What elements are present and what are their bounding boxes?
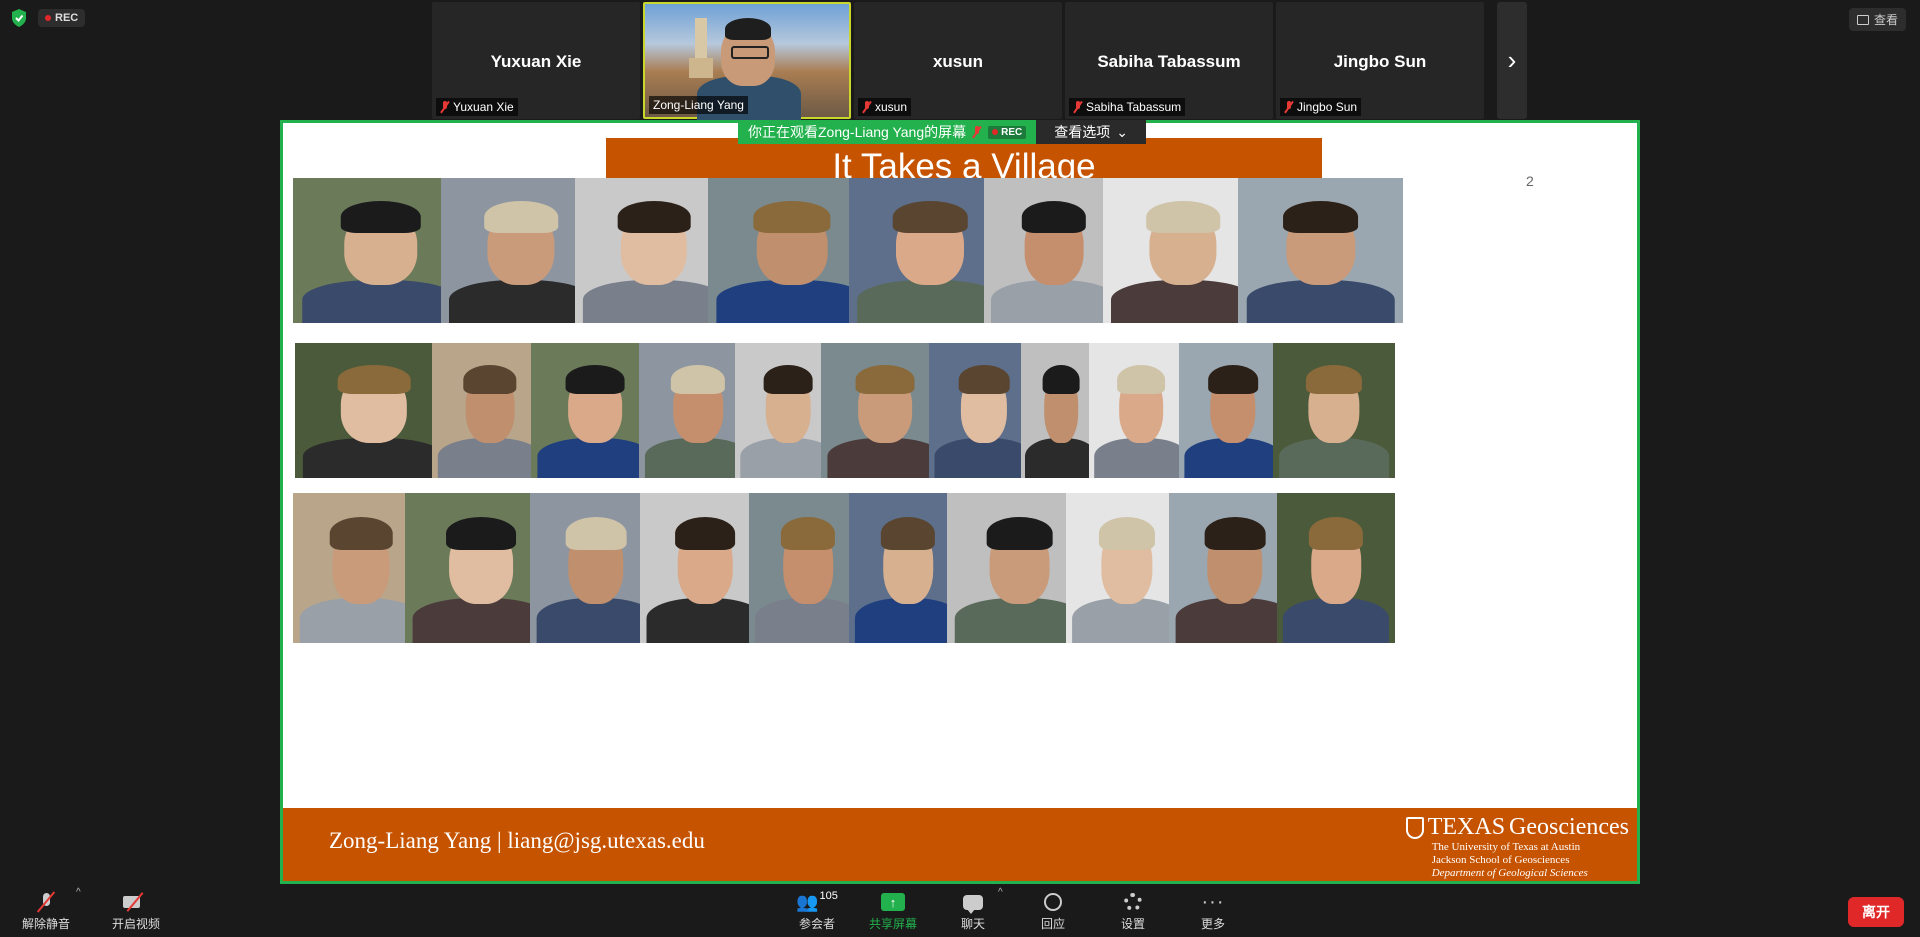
participant-label: Sabiha Tabassum bbox=[1069, 98, 1186, 116]
view-options-button[interactable]: 查看选项 ⌄ bbox=[1036, 120, 1146, 144]
participant-tile-video[interactable]: Zong-Liang Yang bbox=[643, 2, 851, 121]
record-dot-icon bbox=[992, 129, 999, 135]
brand-department: Department of Geological Sciences bbox=[1431, 867, 1588, 879]
chat-icon bbox=[963, 894, 983, 914]
footer-separator: | bbox=[497, 828, 502, 853]
participant-display-name: xusun bbox=[932, 52, 984, 71]
speaker-face bbox=[721, 18, 775, 86]
recording-label: REC bbox=[55, 12, 79, 24]
chevron-right-icon: › bbox=[1507, 45, 1517, 75]
leave-button[interactable]: 离开 bbox=[1848, 897, 1904, 927]
more-label: 更多 bbox=[1200, 917, 1225, 931]
share-screen-icon: ↑ bbox=[881, 893, 905, 911]
chat-options-caret-icon[interactable]: ^ bbox=[998, 887, 1003, 898]
participant-label: xusun bbox=[858, 98, 912, 116]
audio-options-caret-icon[interactable]: ^ bbox=[76, 887, 81, 898]
participants-icon: 👥 bbox=[796, 891, 819, 912]
view-options-label: 查看选项 bbox=[1054, 124, 1111, 140]
brand-texas: TEXAS bbox=[1427, 814, 1506, 840]
texas-geosciences-logo: TEXAS Geosciences The University of Texa… bbox=[1405, 814, 1629, 880]
participant-label: Jingbo Sun bbox=[1280, 98, 1362, 116]
participants-button[interactable]: 👥 105 参会者 bbox=[792, 890, 842, 932]
footer-name: Zong-Liang Yang bbox=[329, 828, 492, 853]
mic-muted-icon bbox=[1284, 101, 1294, 113]
reactions-label: 回应 bbox=[1040, 917, 1065, 931]
more-dots-icon: ··· bbox=[1201, 890, 1225, 913]
participant-name: Zong-Liang Yang bbox=[653, 98, 744, 112]
reactions-button[interactable]: 回应 bbox=[1038, 891, 1068, 932]
view-button[interactable]: 查看 bbox=[1848, 8, 1906, 31]
share-rec-label: REC bbox=[1001, 126, 1023, 138]
participant-label: Zong-Liang Yang bbox=[649, 96, 748, 114]
ut-seal-icon bbox=[1405, 816, 1424, 839]
settings-label: 设置 bbox=[1120, 917, 1145, 931]
view-label: 查看 bbox=[1873, 13, 1898, 27]
brand-university: The University of Texas at Austin bbox=[1431, 841, 1581, 853]
slide-page-number: 2 bbox=[1526, 173, 1534, 189]
team-member-photo bbox=[1089, 343, 1193, 478]
shield-icon[interactable] bbox=[10, 8, 28, 28]
unmute-label: 解除静音 bbox=[21, 917, 70, 931]
share-rec-badge: REC bbox=[988, 125, 1027, 139]
participant-display-name: Sabiha Tabassum bbox=[1097, 52, 1241, 71]
participant-label: Yuxuan Xie bbox=[436, 98, 518, 116]
participant-name: Jingbo Sun bbox=[1297, 100, 1358, 114]
participant-name: Yuxuan Xie bbox=[453, 100, 514, 114]
top-left-status: REC bbox=[10, 8, 86, 28]
brand-geosciences: Geosciences bbox=[1509, 814, 1629, 840]
gear-icon bbox=[1124, 893, 1142, 911]
viewing-share-text: 你正在观看Zong-Liang Yang的屏幕 bbox=[748, 124, 967, 140]
background-tower bbox=[689, 18, 713, 78]
participant-tile[interactable]: Sabiha Tabassum Sabiha Tabassum bbox=[1065, 2, 1273, 119]
team-member-photo bbox=[1238, 178, 1403, 323]
brand-school: Jackson School of Geosciences bbox=[1431, 854, 1570, 866]
team-member-photo bbox=[1277, 493, 1395, 643]
participant-tile[interactable]: Yuxuan Xie Yuxuan Xie bbox=[432, 2, 640, 119]
team-member-photo bbox=[1179, 343, 1287, 478]
start-video-button[interactable]: 开启视频 bbox=[108, 891, 164, 932]
footer-contact: Zong-Liang Yang | liang@jsg.utexas.edu bbox=[329, 828, 705, 854]
participant-display-name: Jingbo Sun bbox=[1333, 52, 1427, 71]
mic-muted-icon bbox=[862, 101, 872, 113]
viewing-share-label: 你正在观看Zong-Liang Yang的屏幕 REC bbox=[738, 120, 1037, 144]
meeting-toolbar: 解除静音 ^ 开启视频 👥 105 参会者 ↑ 共享屏幕 聊天 ^ 回应 设置 … bbox=[0, 885, 1920, 937]
team-member-photo bbox=[295, 343, 453, 478]
reaction-icon bbox=[1044, 893, 1062, 911]
mic-muted-icon bbox=[1073, 101, 1083, 113]
participant-count: 105 bbox=[819, 890, 838, 902]
participant-tile[interactable]: xusun xusun bbox=[854, 2, 1062, 119]
record-dot-icon bbox=[45, 15, 51, 21]
participant-name: xusun bbox=[875, 100, 908, 114]
settings-button[interactable]: 设置 bbox=[1118, 891, 1148, 932]
mic-muted-icon bbox=[440, 101, 450, 113]
footer-email: liang@jsg.utexas.edu bbox=[507, 828, 705, 853]
shared-screen[interactable]: It Takes a Village 2 Zong-Liang Yang | l… bbox=[280, 120, 1640, 884]
start-video-label: 开启视频 bbox=[111, 917, 160, 931]
video-off-icon bbox=[123, 893, 149, 911]
recording-badge[interactable]: REC bbox=[38, 9, 86, 27]
team-member-photo bbox=[1273, 343, 1395, 478]
mic-muted-icon bbox=[972, 126, 982, 138]
chevron-down-icon: ⌄ bbox=[1116, 123, 1128, 140]
share-screen-button[interactable]: ↑ 共享屏幕 bbox=[866, 891, 920, 932]
share-screen-label: 共享屏幕 bbox=[868, 917, 917, 931]
more-button[interactable]: ··· 更多 bbox=[1198, 891, 1228, 932]
slide-footer: Zong-Liang Yang | liang@jsg.utexas.edu T… bbox=[283, 808, 1637, 881]
chat-button[interactable]: 聊天 bbox=[958, 891, 988, 932]
participant-strip: Yuxuan Xie Yuxuan Xie Zong-Liang Yang xu… bbox=[432, 2, 1527, 121]
participant-display-name: Yuxuan Xie bbox=[490, 52, 582, 71]
participant-tile[interactable]: Jingbo Sun Jingbo Sun bbox=[1276, 2, 1484, 119]
share-banner: 你正在观看Zong-Liang Yang的屏幕 REC 查看选项 ⌄ bbox=[738, 120, 1146, 144]
participant-name: Sabiha Tabassum bbox=[1086, 100, 1182, 114]
unmute-button[interactable]: 解除静音 bbox=[18, 891, 74, 932]
participants-label: 参会者 bbox=[798, 917, 835, 931]
chat-label: 聊天 bbox=[960, 917, 985, 931]
mic-off-icon bbox=[36, 891, 56, 913]
next-page-button[interactable]: › bbox=[1497, 2, 1527, 119]
grid-view-icon bbox=[1856, 14, 1869, 25]
